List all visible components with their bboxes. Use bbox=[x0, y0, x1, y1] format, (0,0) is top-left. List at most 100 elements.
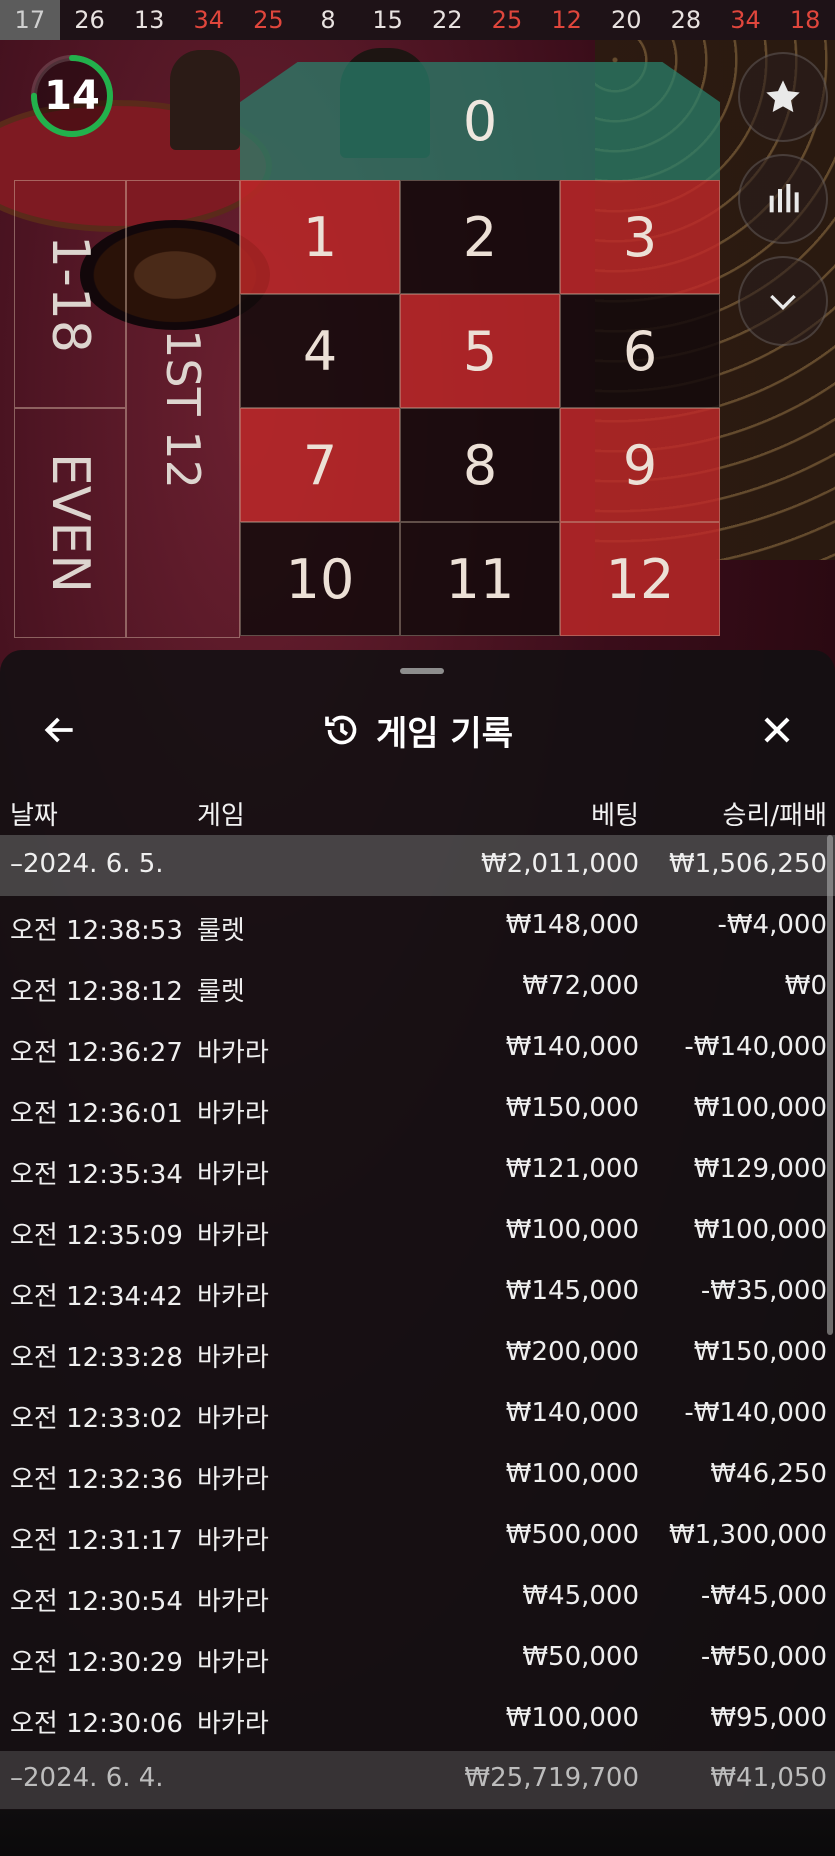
bet-1-18[interactable]: 1-18 bbox=[14, 180, 126, 408]
stats-icon bbox=[769, 184, 799, 213]
row-time: 오전 12:38:12 bbox=[10, 977, 183, 1007]
history-row[interactable]: 오전 12:30:29 바카라 ₩50,000 -₩50,000 bbox=[0, 1628, 835, 1689]
row-result: ₩100,000 bbox=[693, 1215, 827, 1245]
row-bet: ₩200,000 bbox=[505, 1337, 639, 1367]
row-bet: ₩100,000 bbox=[505, 1459, 639, 1489]
bet-number-4[interactable]: 4 bbox=[240, 294, 400, 408]
row-result: -₩50,000 bbox=[700, 1642, 827, 1672]
bet-number-3[interactable]: 3 bbox=[560, 180, 720, 294]
bet-number-12[interactable]: 12 bbox=[560, 522, 720, 636]
history-number: 15 bbox=[372, 6, 403, 34]
row-game: 바카라 bbox=[197, 1038, 269, 1068]
date-group-header[interactable]: –2024. 6. 4. ₩25,719,700 ₩41,050 bbox=[0, 1751, 835, 1809]
row-result: -₩140,000 bbox=[684, 1032, 827, 1062]
history-number: 22 bbox=[432, 6, 463, 34]
row-result: ₩1,300,000 bbox=[668, 1520, 827, 1550]
sheet-drag-handle[interactable] bbox=[400, 668, 444, 674]
row-time: 오전 12:30:06 bbox=[10, 1709, 183, 1739]
history-number: 25 bbox=[491, 6, 523, 34]
history-row[interactable]: 오전 12:30:54 바카라 ₩45,000 -₩45,000 bbox=[0, 1567, 835, 1628]
row-time: 오전 12:33:02 bbox=[10, 1404, 183, 1434]
history-row[interactable]: 오전 12:36:01 바카라 ₩150,000 ₩100,000 bbox=[0, 1079, 835, 1140]
history-row[interactable]: 오전 12:32:36 바카라 ₩100,000 ₩46,250 bbox=[0, 1445, 835, 1506]
group-result-total: ₩1,506,250 bbox=[668, 849, 827, 879]
row-time: 오전 12:31:17 bbox=[10, 1526, 183, 1556]
history-row[interactable]: 오전 12:34:42 바카라 ₩145,000 -₩35,000 bbox=[0, 1262, 835, 1323]
close-button[interactable] bbox=[753, 706, 801, 754]
bet-number-10[interactable]: 10 bbox=[240, 522, 400, 636]
bet-number-2[interactable]: 2 bbox=[400, 180, 560, 294]
bottom-fade bbox=[0, 1810, 835, 1856]
row-game: 바카라 bbox=[197, 1221, 269, 1251]
row-result: ₩150,000 bbox=[693, 1337, 827, 1367]
row-bet: ₩72,000 bbox=[522, 971, 639, 1001]
row-result: ₩129,000 bbox=[693, 1154, 827, 1184]
sheet-title: 게임 기록 bbox=[376, 713, 513, 754]
history-row[interactable]: 오전 12:35:09 바카라 ₩100,000 ₩100,000 bbox=[0, 1201, 835, 1262]
row-bet: ₩145,000 bbox=[505, 1276, 639, 1306]
history-row[interactable]: 오전 12:30:06 바카라 ₩100,000 ₩95,000 bbox=[0, 1689, 835, 1750]
bet-number-8[interactable]: 8 bbox=[400, 408, 560, 522]
date-group-header[interactable]: –2024. 6. 5. ₩2,011,000 ₩1,506,250 bbox=[0, 835, 835, 896]
sheet-header: 게임 기록 bbox=[0, 690, 835, 770]
statistics-button[interactable] bbox=[738, 154, 828, 244]
row-game: 룰렛 bbox=[197, 977, 245, 1007]
history-number: 13 bbox=[133, 6, 165, 34]
bet-number-1[interactable]: 1 bbox=[240, 180, 400, 294]
history-row[interactable]: 오전 12:31:17 바카라 ₩500,000 ₩1,300,000 bbox=[0, 1506, 835, 1567]
row-game: 바카라 bbox=[197, 1465, 269, 1495]
history-number: 17 bbox=[0, 0, 60, 40]
bet-even[interactable]: EVEN bbox=[14, 408, 126, 638]
history-row[interactable]: 오전 12:38:12 룰렛 ₩72,000 ₩0 bbox=[0, 957, 835, 1018]
history-row[interactable]: 오전 12:38:53 룰렛 ₩148,000 -₩4,000 bbox=[0, 896, 835, 957]
row-result: -₩35,000 bbox=[700, 1276, 827, 1306]
history-row[interactable]: 오전 12:33:28 바카라 ₩200,000 ₩150,000 bbox=[0, 1323, 835, 1384]
history-number: 34 bbox=[193, 6, 225, 34]
collapse-button[interactable] bbox=[738, 256, 828, 346]
history-row[interactable]: 오전 12:33:02 바카라 ₩140,000 -₩140,000 bbox=[0, 1384, 835, 1445]
row-time: 오전 12:34:42 bbox=[10, 1282, 183, 1312]
col-result: 승리/패배 bbox=[722, 801, 827, 831]
row-bet: ₩100,000 bbox=[505, 1215, 639, 1245]
bet-even-label: EVEN bbox=[40, 452, 100, 594]
row-time: 오전 12:30:29 bbox=[10, 1648, 183, 1678]
game-history-sheet: 게임 기록 날짜 게임 베팅 승리/패배 –2024. 6. 5. ₩2,011,… bbox=[0, 650, 835, 1856]
row-bet: ₩500,000 bbox=[505, 1520, 639, 1550]
timer-value: 14 bbox=[44, 73, 100, 119]
history-number: 26 bbox=[74, 6, 105, 34]
row-game: 룰렛 bbox=[197, 916, 245, 946]
row-result: ₩0 bbox=[784, 971, 827, 1001]
history-number: 34 bbox=[730, 6, 761, 34]
scrollbar[interactable] bbox=[827, 835, 833, 1335]
bet-number-11[interactable]: 11 bbox=[400, 522, 560, 636]
favorites-button[interactable] bbox=[738, 52, 828, 142]
row-result: ₩95,000 bbox=[710, 1703, 827, 1733]
close-icon bbox=[764, 717, 790, 743]
group-date: –2024. 6. 5. bbox=[10, 849, 164, 879]
row-time: 오전 12:38:53 bbox=[10, 916, 183, 946]
dealer-figure bbox=[170, 50, 240, 150]
row-bet: ₩148,000 bbox=[505, 910, 639, 940]
row-bet: ₩140,000 bbox=[505, 1398, 639, 1428]
row-result: -₩140,000 bbox=[684, 1398, 827, 1428]
history-number: 8 bbox=[320, 6, 336, 34]
bet-number-7[interactable]: 7 bbox=[240, 408, 400, 522]
row-bet: ₩100,000 bbox=[505, 1703, 639, 1733]
history-row[interactable]: 오전 12:35:34 바카라 ₩121,000 ₩129,000 bbox=[0, 1140, 835, 1201]
bet-number-9[interactable]: 9 bbox=[560, 408, 720, 522]
bet-1st-12[interactable]: 1ST 12 bbox=[126, 180, 240, 638]
row-result: ₩46,250 bbox=[710, 1459, 827, 1489]
group-date: –2024. 6. 4. bbox=[10, 1763, 164, 1793]
row-game: 바카라 bbox=[197, 1343, 269, 1373]
col-game: 게임 bbox=[197, 801, 245, 831]
group-bet-total: ₩25,719,700 bbox=[464, 1763, 639, 1793]
bet-zero[interactable]: 0 bbox=[240, 62, 720, 180]
row-time: 오전 12:36:01 bbox=[10, 1099, 183, 1129]
row-result: -₩45,000 bbox=[700, 1581, 827, 1611]
history-number: 28 bbox=[670, 6, 702, 34]
history-number: 20 bbox=[610, 6, 642, 34]
history-row[interactable]: 오전 12:36:27 바카라 ₩140,000 -₩140,000 bbox=[0, 1018, 835, 1079]
bet-number-6[interactable]: 6 bbox=[560, 294, 720, 408]
bet-number-5[interactable]: 5 bbox=[400, 294, 560, 408]
row-bet: ₩50,000 bbox=[522, 1642, 639, 1672]
